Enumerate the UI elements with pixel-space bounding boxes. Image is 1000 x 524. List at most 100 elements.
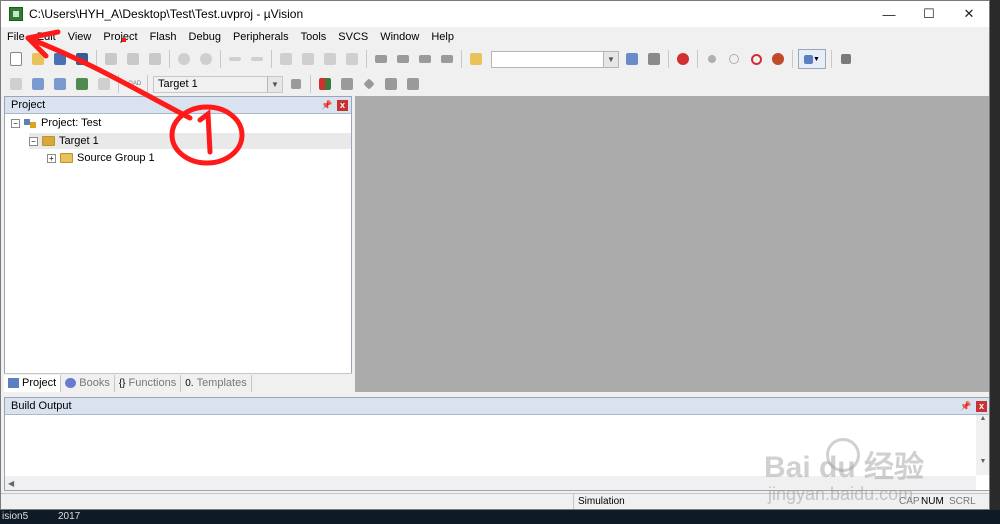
unindent-button[interactable]	[394, 50, 412, 68]
project-panel-header: Project 📌 x	[5, 97, 351, 114]
arrow-right-icon	[251, 57, 263, 61]
manage-project-items-button[interactable]	[316, 75, 334, 93]
menu-flash[interactable]: Flash	[144, 28, 183, 46]
save-all-button[interactable]	[73, 50, 91, 68]
tree-item-source-group[interactable]: + Source Group 1	[47, 150, 155, 166]
enable-breakpoint-button[interactable]	[725, 50, 743, 68]
pack-installer-button[interactable]	[382, 75, 400, 93]
breakpoint-outline-icon	[729, 54, 739, 64]
cut-button[interactable]	[102, 50, 120, 68]
horizontal-scrollbar[interactable]: ◀	[5, 476, 976, 490]
find-in-files-button[interactable]	[467, 50, 485, 68]
undo-button[interactable]	[175, 50, 193, 68]
save-button[interactable]	[51, 50, 69, 68]
insert-breakpoint-button[interactable]	[703, 50, 721, 68]
select-packs-button[interactable]	[338, 75, 356, 93]
toolbar-separator	[96, 50, 97, 68]
status-scrl: SCRL	[949, 496, 976, 507]
taskbar-app-label[interactable]: ision5	[2, 511, 28, 522]
copy-icon	[127, 53, 139, 65]
tab-functions[interactable]: {} Functions	[115, 374, 182, 392]
build-button[interactable]	[29, 75, 47, 93]
download-button[interactable]: LOAD	[124, 75, 142, 93]
scroll-down-icon[interactable]: ▼	[976, 458, 989, 465]
menu-project[interactable]: Project	[97, 28, 143, 46]
configure-button[interactable]	[837, 50, 855, 68]
project-panel-title: Project	[11, 99, 46, 111]
find-combo[interactable]: ▼	[491, 50, 619, 68]
prev-bookmark-button[interactable]	[299, 50, 317, 68]
translate-button[interactable]	[7, 75, 25, 93]
template-icon: 0.	[185, 378, 194, 389]
paste-button[interactable]	[146, 50, 164, 68]
toolbar-separator	[697, 50, 698, 68]
tab-books[interactable]: Books	[61, 374, 115, 392]
navigate-back-button[interactable]	[226, 50, 244, 68]
close-icon[interactable]: x	[337, 99, 348, 111]
insert-bookmark-button[interactable]	[277, 50, 295, 68]
tree-item-target[interactable]: − Target 1	[29, 133, 351, 149]
menu-debug[interactable]: Debug	[183, 28, 227, 46]
scroll-left-icon[interactable]: ◀	[5, 479, 14, 488]
stop-build-button[interactable]	[95, 75, 113, 93]
find-button[interactable]	[623, 50, 641, 68]
batch-build-button[interactable]	[73, 75, 91, 93]
expand-icon[interactable]: +	[47, 153, 56, 163]
rebuild-button[interactable]	[51, 75, 69, 93]
tree-item-label: Source Group 1	[77, 152, 155, 164]
kill-breakpoints-button[interactable]	[769, 50, 787, 68]
translate-icon	[10, 78, 22, 90]
menu-view[interactable]: View	[62, 28, 98, 46]
multi-project-button[interactable]	[404, 75, 422, 93]
breakpoint-disable-icon	[750, 53, 762, 65]
collapse-icon[interactable]: −	[29, 136, 38, 146]
window-layout-button[interactable]: ▼	[798, 49, 826, 69]
scroll-up-icon[interactable]: ▲	[976, 415, 989, 422]
vertical-scrollbar[interactable]: ▲ ▼	[976, 415, 989, 475]
new-file-icon	[10, 52, 22, 66]
incremental-find-icon	[648, 53, 660, 65]
new-file-button[interactable]	[7, 50, 25, 68]
navigate-forward-button[interactable]	[248, 50, 266, 68]
disable-breakpoints-button[interactable]	[747, 50, 765, 68]
close-icon[interactable]: x	[976, 400, 987, 412]
indent-button[interactable]	[372, 50, 390, 68]
maximize-button[interactable]: ☐	[909, 1, 949, 27]
menu-edit[interactable]: Edit	[31, 28, 62, 46]
manage-rte-button[interactable]	[360, 75, 378, 93]
target-options-button[interactable]	[287, 75, 305, 93]
tab-label: Books	[79, 377, 110, 389]
minimize-button[interactable]: —	[869, 1, 909, 27]
target-select[interactable]: Target 1 ▼	[153, 75, 283, 93]
toolbar-separator	[220, 50, 221, 68]
collapse-icon[interactable]: −	[11, 118, 20, 128]
menu-svcs[interactable]: SVCS	[332, 28, 374, 46]
uncomment-icon	[441, 55, 453, 63]
open-folder-icon	[32, 53, 44, 65]
menu-help[interactable]: Help	[425, 28, 460, 46]
next-bookmark-button[interactable]	[321, 50, 339, 68]
copy-button[interactable]	[124, 50, 142, 68]
pin-icon[interactable]: 📌	[960, 400, 972, 412]
menu-window[interactable]: Window	[374, 28, 425, 46]
pin-icon[interactable]: 📌	[321, 99, 333, 111]
tab-project[interactable]: Project	[4, 374, 62, 392]
debug-session-button[interactable]	[674, 50, 692, 68]
uncomment-button[interactable]	[438, 50, 456, 68]
indent-icon	[375, 55, 387, 63]
bookmark-icon	[280, 53, 292, 65]
close-button[interactable]: ✕	[949, 1, 989, 27]
incremental-find-button[interactable]	[645, 50, 663, 68]
redo-button[interactable]	[197, 50, 215, 68]
project-panel: Project 📌 x − Project: Test − Target 1 +…	[4, 96, 352, 392]
menu-file[interactable]: File	[1, 28, 31, 46]
open-file-button[interactable]	[29, 50, 47, 68]
menu-peripherals[interactable]: Peripherals	[227, 28, 295, 46]
undo-icon	[178, 53, 190, 65]
comment-button[interactable]	[416, 50, 434, 68]
tab-templates[interactable]: 0. Templates	[181, 374, 252, 392]
toolbar-separator	[310, 75, 311, 93]
clear-bookmarks-button[interactable]	[343, 50, 361, 68]
menu-tools[interactable]: Tools	[295, 28, 333, 46]
tree-item-project[interactable]: − Project: Test	[11, 115, 101, 131]
